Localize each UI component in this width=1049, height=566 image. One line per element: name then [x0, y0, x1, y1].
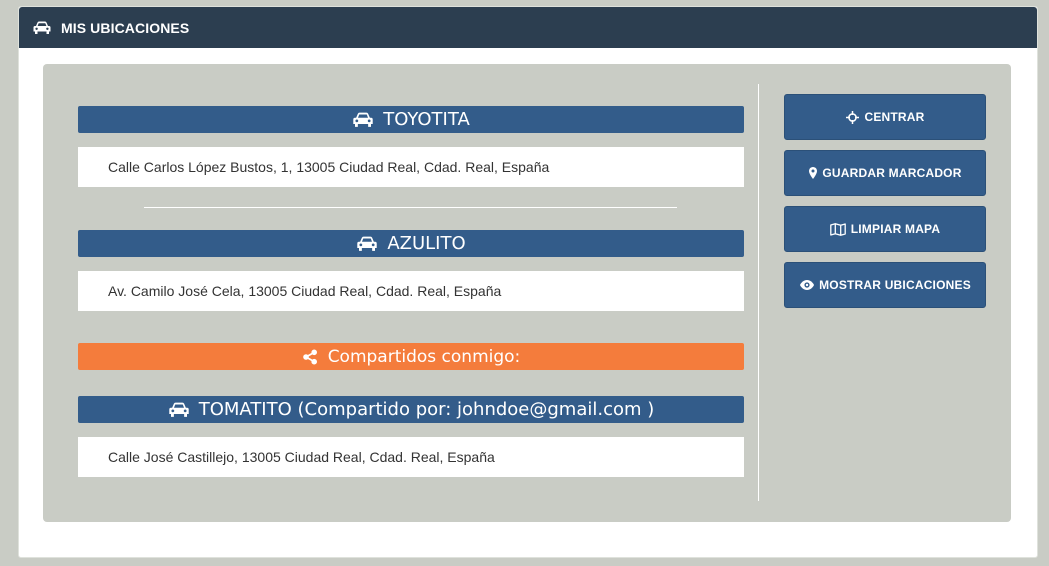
clear-map-button-label: LIMPIAR MAPA	[850, 222, 941, 236]
shared-heading-label: Compartidos conmigo:	[327, 346, 521, 367]
car-icon	[33, 21, 51, 35]
center-button-label: CENTRAR	[864, 110, 925, 124]
eye-icon	[799, 279, 814, 292]
save-marker-button[interactable]: GUARDAR MARCADOR	[784, 150, 986, 196]
location-name: AZULITO	[387, 233, 466, 254]
locations-panel: MIS UBICACIONES TOYOTITA Calle Carlos Ló…	[18, 6, 1038, 558]
map-icon	[829, 222, 846, 236]
map-marker-icon	[808, 167, 817, 180]
save-marker-button-label: GUARDAR MARCADOR	[822, 166, 962, 180]
show-locations-button-label: MOSTRAR UBICACIONES	[819, 278, 971, 292]
car-icon	[168, 402, 190, 418]
panel-title: MIS UBICACIONES	[61, 19, 190, 36]
column-divider	[758, 84, 759, 501]
clear-map-button[interactable]: LIMPIAR MAPA	[784, 206, 986, 252]
crosshairs-icon	[845, 110, 859, 124]
shared-heading: Compartidos conmigo:	[78, 343, 744, 370]
location-title-tomatito[interactable]: TOMATITO (Compartido por: johndoe@gmail.…	[78, 396, 744, 423]
share-icon	[302, 349, 320, 365]
panel-header: MIS UBICACIONES	[19, 7, 1037, 48]
show-locations-button[interactable]: MOSTRAR UBICACIONES	[784, 262, 986, 308]
center-button[interactable]: CENTRAR	[784, 94, 986, 140]
location-title-toyotita[interactable]: TOYOTITA	[78, 106, 744, 133]
location-title-azulito[interactable]: AZULITO	[78, 230, 744, 257]
location-name: TOYOTITA	[383, 109, 470, 130]
location-address: Av. Camilo José Cela, 13005 Ciudad Real,…	[78, 271, 744, 311]
location-address: Calle Carlos López Bustos, 1, 13005 Ciud…	[78, 147, 744, 187]
divider	[144, 207, 677, 208]
locations-well: TOYOTITA Calle Carlos López Bustos, 1, 1…	[43, 64, 1011, 522]
location-address: Calle José Castillejo, 13005 Ciudad Real…	[78, 437, 744, 477]
car-icon	[352, 112, 374, 128]
car-icon	[356, 236, 378, 252]
location-name: TOMATITO (Compartido por: johndoe@gmail.…	[198, 399, 655, 420]
